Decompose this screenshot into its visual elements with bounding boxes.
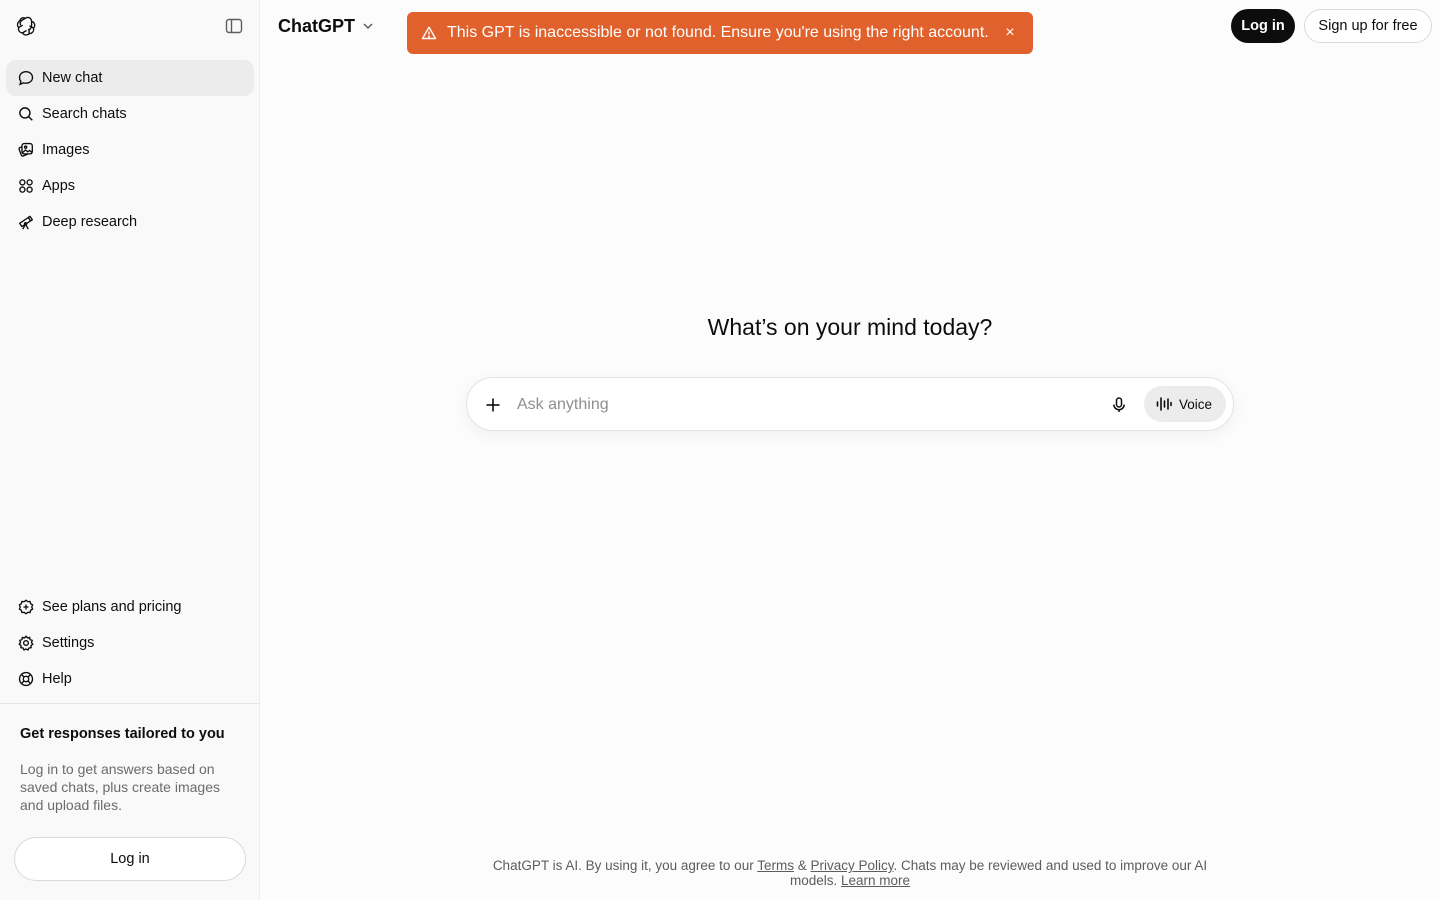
sidebar-item-label: Settings [42, 635, 95, 651]
prompt-input[interactable] [517, 392, 1087, 418]
app-root: New chat Search chats Images Apps Deep r… [0, 0, 1440, 900]
voice-button[interactable]: Voice [1144, 386, 1226, 422]
model-selector[interactable]: ChatGPT [278, 14, 375, 38]
sidebar: New chat Search chats Images Apps Deep r… [0, 0, 260, 900]
login-button[interactable]: Log in [1231, 9, 1295, 43]
microphone-icon[interactable] [1107, 393, 1131, 417]
warning-icon [421, 25, 437, 41]
telescope-icon [16, 212, 36, 232]
privacy-policy-link[interactable]: Privacy Policy [810, 858, 893, 873]
sidebar-item-plans-pricing[interactable]: See plans and pricing [6, 589, 254, 625]
learn-more-link[interactable]: Learn more [841, 873, 910, 888]
sidebar-item-deep-research[interactable]: Deep research [6, 204, 254, 240]
images-icon [16, 140, 36, 160]
sidebar-nav: New chat Search chats Images Apps Deep r… [6, 60, 254, 240]
chevron-down-icon [361, 19, 375, 33]
plus-icon[interactable] [481, 393, 505, 417]
sidebar-item-label: Help [42, 671, 72, 687]
help-lifebuoy-icon [16, 669, 36, 689]
sidebar-item-new-chat[interactable]: New chat [6, 60, 254, 96]
page-title: What’s on your mind today? [707, 314, 993, 340]
sidebar-item-images[interactable]: Images [6, 132, 254, 168]
promo-title: Get responses tailored to you [20, 726, 225, 742]
sidebar-item-settings[interactable]: Settings [6, 625, 254, 661]
apps-grid-icon [16, 176, 36, 196]
toast-message: This GPT is inaccessible or not found. E… [447, 24, 989, 41]
sidebar-item-label: New chat [42, 70, 103, 86]
legal-footer: ChatGPT is AI. By using it, you agree to… [470, 858, 1230, 888]
sidebar-item-label: Apps [42, 178, 76, 194]
sidebar-item-label: Search chats [42, 106, 127, 122]
sidebar-item-label: Images [42, 142, 90, 158]
promo-text: Log in to get answers based on saved cha… [20, 761, 220, 813]
sidebar-item-label: See plans and pricing [42, 599, 182, 615]
voice-label: Voice [1179, 396, 1213, 412]
voice-waveform-icon [1155, 395, 1173, 413]
main-area: ChatGPT This GPT is inaccessible or not … [260, 0, 1440, 900]
terms-link[interactable]: Terms [757, 858, 794, 873]
openai-logo-icon[interactable] [14, 14, 38, 38]
footer-prefix: ChatGPT is AI. By using it, you agree to… [492, 858, 758, 873]
login-promo: Get responses tailored to you Log in to … [0, 703, 259, 900]
footer-amp: & [793, 858, 811, 873]
sidebar-toggle-icon[interactable] [222, 14, 246, 38]
sidebar-login-button[interactable]: Log in [14, 837, 246, 881]
sidebar-item-apps[interactable]: Apps [6, 168, 254, 204]
sidebar-item-search-chats[interactable]: Search chats [6, 96, 254, 132]
plans-icon [16, 597, 36, 617]
error-toast: This GPT is inaccessible or not found. E… [407, 12, 1033, 54]
close-icon[interactable]: × [1001, 24, 1019, 42]
sidebar-bottom-nav: See plans and pricing Settings Help [6, 589, 254, 697]
gear-icon [16, 633, 36, 653]
prompt-composer: Voice [466, 377, 1234, 431]
model-label: ChatGPT [278, 15, 356, 36]
search-icon [16, 104, 36, 124]
signup-button[interactable]: Sign up for free [1304, 9, 1432, 43]
chat-bubble-icon [16, 68, 36, 88]
sidebar-item-help[interactable]: Help [6, 661, 254, 697]
sidebar-item-label: Deep research [42, 214, 138, 230]
sidebar-header [0, 0, 260, 52]
